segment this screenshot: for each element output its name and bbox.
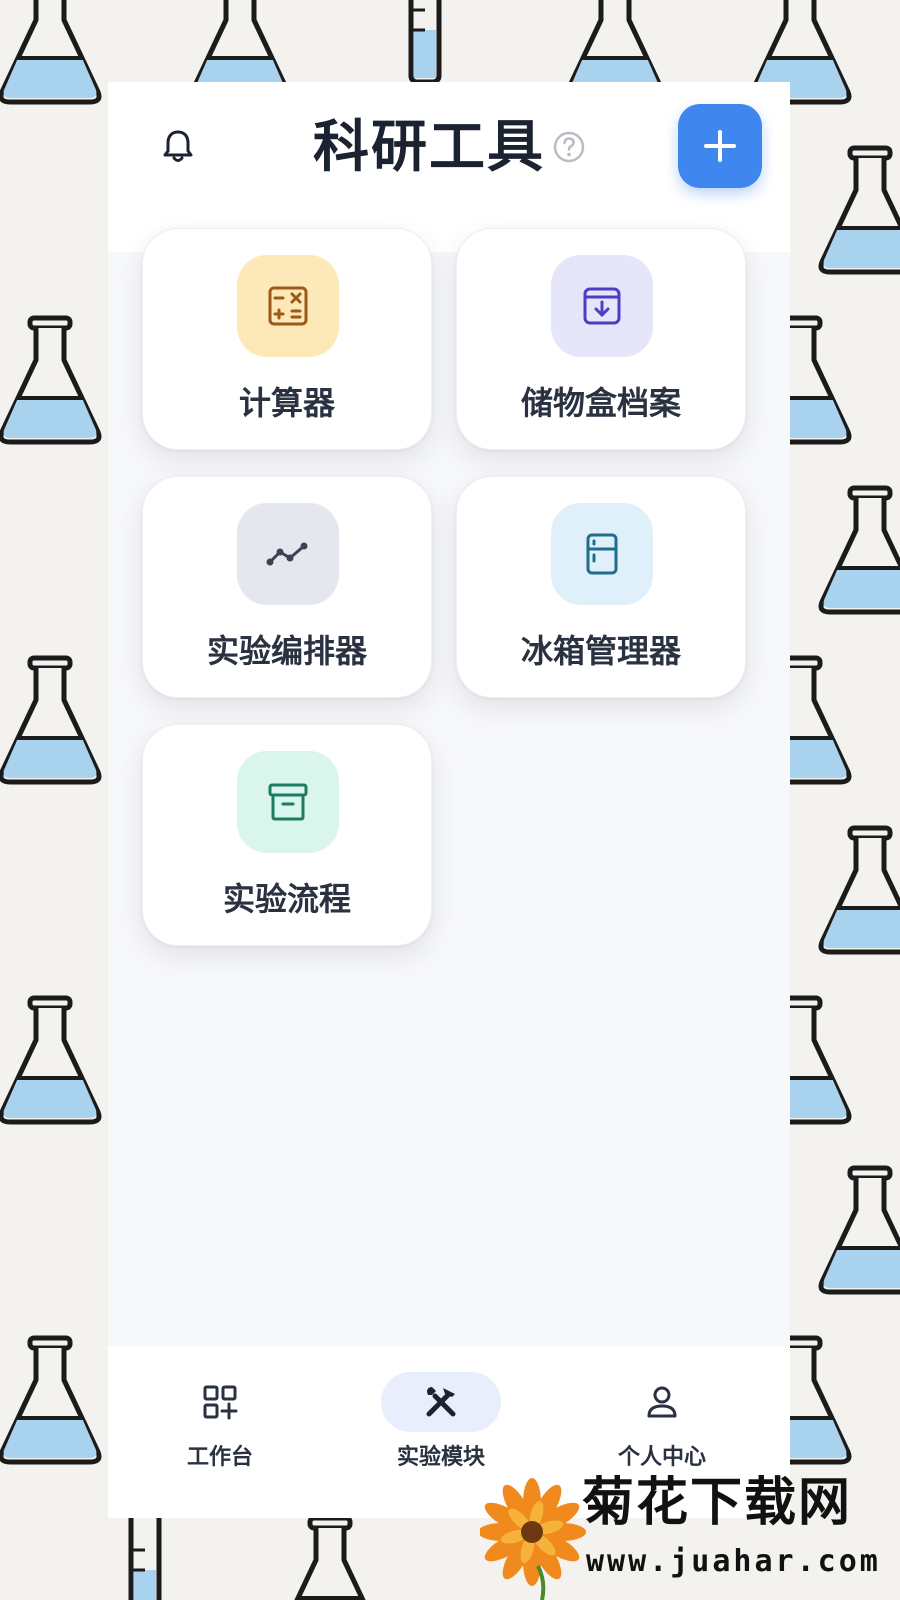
tool-card-fridge-manager[interactable]: 冰箱管理器 bbox=[456, 476, 746, 698]
archive-download-icon bbox=[551, 255, 653, 357]
fridge-icon bbox=[551, 503, 653, 605]
tool-card-label: 储物盒档案 bbox=[520, 384, 681, 422]
question-circle-icon[interactable] bbox=[552, 130, 586, 164]
tool-card-label: 冰箱管理器 bbox=[520, 632, 681, 670]
tab-label: 工作台 bbox=[186, 1445, 253, 1470]
tool-card-label: 计算器 bbox=[238, 384, 335, 422]
tool-card-label: 实验流程 bbox=[222, 880, 351, 918]
site-watermark: 菊花下载网 www.juahar.com bbox=[480, 1470, 900, 1600]
add-button[interactable] bbox=[678, 104, 762, 188]
tool-card-calculator[interactable]: 计算器 bbox=[142, 228, 432, 450]
tool-card-experiment-workflow[interactable]: 实验流程 bbox=[142, 724, 432, 946]
grid-plus-icon bbox=[203, 1385, 238, 1420]
header-bar: 科研工具 bbox=[108, 82, 790, 222]
trend-line-icon bbox=[237, 503, 339, 605]
tab-label: 个人中心 bbox=[617, 1445, 706, 1470]
plus-icon bbox=[704, 130, 736, 162]
box-icon bbox=[237, 751, 339, 853]
tool-card-label: 实验编排器 bbox=[206, 632, 367, 670]
watermark-url: www.juahar.com bbox=[586, 1544, 881, 1579]
app-screen: 科研工具 计算器 储物盒档案 实验编排器 冰箱管理器 实验流程 工作台 实验模块… bbox=[108, 82, 790, 1518]
tool-card-experiment-scheduler[interactable]: 实验编排器 bbox=[142, 476, 432, 698]
person-icon bbox=[647, 1386, 677, 1418]
tab-label: 实验模块 bbox=[396, 1445, 485, 1470]
tools-icon bbox=[426, 1387, 456, 1417]
tab-workbench[interactable]: 工作台 bbox=[140, 1372, 300, 1492]
tool-card-storage-archive[interactable]: 储物盒档案 bbox=[456, 228, 746, 450]
watermark-text: 菊花下载网 bbox=[582, 1473, 853, 1533]
flower-logo-icon bbox=[480, 1478, 586, 1600]
bell-icon[interactable] bbox=[158, 126, 198, 166]
page-title: 科研工具 bbox=[313, 115, 545, 180]
calculator-icon bbox=[237, 255, 339, 357]
